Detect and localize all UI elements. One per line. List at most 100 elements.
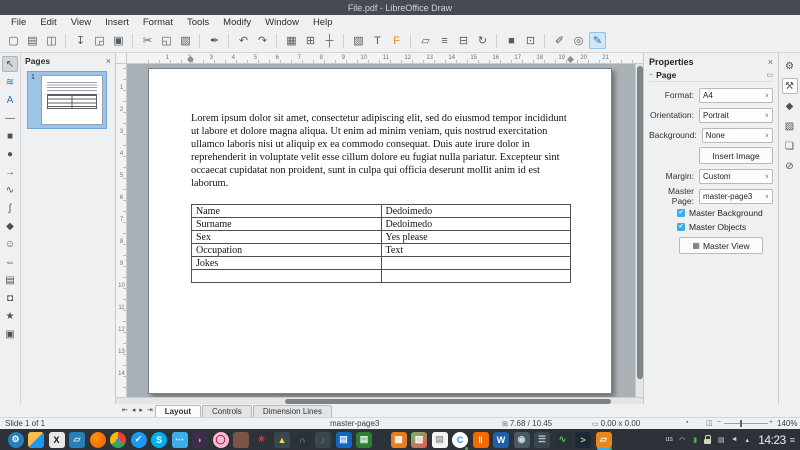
stars-tool[interactable]: ★ bbox=[2, 308, 18, 324]
table-cell[interactable] bbox=[381, 270, 571, 283]
fontwork-icon[interactable]: F bbox=[388, 32, 405, 49]
master-view-button[interactable]: ▦ Master View bbox=[679, 237, 763, 254]
shadow-icon[interactable]: ■ bbox=[503, 32, 520, 49]
menu-item[interactable]: Insert bbox=[98, 17, 136, 28]
arrange-icon[interactable]: ⊟ bbox=[455, 32, 472, 49]
menu-item[interactable]: Modify bbox=[216, 17, 258, 28]
prev-page-nav[interactable]: ◂ bbox=[130, 405, 138, 417]
audio-app-icon[interactable]: ♪ bbox=[315, 432, 331, 448]
table-cell[interactable]: Yes please bbox=[381, 231, 571, 244]
first-page-nav[interactable]: ⇤ bbox=[120, 405, 130, 417]
insert-image-button[interactable]: Insert Image bbox=[699, 147, 773, 164]
page-thumbnail[interactable]: 1 bbox=[27, 71, 107, 129]
callouts-tool[interactable]: ◘ bbox=[2, 290, 18, 306]
section-menu-icon[interactable]: ▭ bbox=[766, 71, 773, 79]
orientation-select[interactable]: Portrait ∨ bbox=[699, 108, 773, 123]
block-arrows-tool[interactable]: ⇔ bbox=[2, 254, 18, 270]
menu-item[interactable]: Tools bbox=[180, 17, 216, 28]
titlebar[interactable]: File.pdf - LibreOffice Draw bbox=[0, 0, 800, 15]
package-app-icon[interactable]: ▦ bbox=[391, 432, 407, 448]
basic-shapes-tool[interactable]: ◆ bbox=[2, 218, 18, 234]
settings-sliders-icon[interactable]: ☰ bbox=[534, 432, 550, 448]
table-cell[interactable]: Jokes bbox=[192, 257, 382, 270]
file-manager-icon[interactable]: ▱ bbox=[69, 432, 85, 448]
new-document-icon[interactable]: ▢ bbox=[5, 32, 22, 49]
zoom-out-icon[interactable]: − bbox=[717, 419, 721, 426]
menu-item[interactable]: View bbox=[64, 17, 98, 28]
chrome-icon[interactable]: ● bbox=[110, 432, 126, 448]
chat-icon[interactable]: ⋯ bbox=[172, 432, 188, 448]
paint-app-icon[interactable]: C bbox=[452, 432, 468, 448]
table-cell[interactable] bbox=[192, 270, 382, 283]
save-icon[interactable]: ◫ bbox=[43, 32, 60, 49]
export-icon[interactable]: ↧ bbox=[72, 32, 89, 49]
export-pdf-icon[interactable]: ◲ bbox=[91, 32, 108, 49]
sync-check-icon[interactable]: ✓ bbox=[131, 432, 147, 448]
w-app-icon[interactable]: W bbox=[493, 432, 509, 448]
helplines-icon[interactable]: ┼ bbox=[321, 32, 338, 49]
libreoffice-draw-icon[interactable]: ▱ bbox=[596, 432, 612, 448]
fill-color-tool[interactable]: A bbox=[2, 92, 18, 108]
crop-icon[interactable]: ⊡ bbox=[522, 32, 539, 49]
insert-image-icon[interactable]: ▧ bbox=[350, 32, 367, 49]
3d-objects-tool[interactable]: ▣ bbox=[2, 326, 18, 342]
firefox-icon[interactable] bbox=[90, 432, 106, 448]
menu-item[interactable]: File bbox=[4, 17, 33, 28]
print-icon[interactable]: ▣ bbox=[110, 32, 127, 49]
last-page-nav[interactable]: ⇥ bbox=[145, 405, 155, 417]
rectangle-tool[interactable]: ■ bbox=[2, 128, 18, 144]
volume-icon[interactable]: ◄ bbox=[730, 436, 738, 443]
open-icon[interactable]: ▤ bbox=[24, 32, 41, 49]
line-tool[interactable]: — bbox=[2, 110, 18, 126]
horizontal-scrollbar-thumb[interactable] bbox=[285, 399, 612, 404]
zoom-fit-icon[interactable]: ◫ bbox=[706, 419, 713, 427]
properties-tab[interactable]: ⚒ bbox=[782, 78, 798, 94]
clipboard-icon[interactable]: ▤ bbox=[717, 436, 725, 444]
zoom-in-icon[interactable]: + bbox=[769, 419, 773, 426]
menu-item[interactable]: Window bbox=[258, 17, 306, 28]
select-tool[interactable]: ↖ bbox=[2, 56, 18, 72]
ellipse-tool[interactable]: ● bbox=[2, 146, 18, 162]
master-page-indicator[interactable]: master-page3 bbox=[330, 419, 379, 428]
master-background-checkbox[interactable]: ✔ bbox=[677, 209, 685, 217]
app-launcher-icon[interactable]: ⚙ bbox=[8, 432, 24, 448]
lock-icon[interactable] bbox=[704, 435, 712, 444]
green-doc-app-icon[interactable]: ▤ bbox=[356, 432, 372, 448]
table-cell[interactable]: Dedoimedo bbox=[381, 218, 571, 231]
next-page-nav[interactable]: ▸ bbox=[137, 405, 145, 417]
image-viewer-icon[interactable]: ▧ bbox=[411, 432, 427, 448]
connector-tool[interactable]: ʃ bbox=[2, 200, 18, 216]
flowchart-tool[interactable]: ▤ bbox=[2, 272, 18, 288]
margin-select[interactable]: Custom ∨ bbox=[699, 169, 773, 184]
donut-app-icon[interactable]: ◯ bbox=[213, 432, 229, 448]
snap-to-grid-icon[interactable]: ⊞ bbox=[302, 32, 319, 49]
symbol-shapes-tool[interactable]: ☺ bbox=[2, 236, 18, 252]
table-cell[interactable]: Occupation bbox=[192, 244, 382, 257]
format-select[interactable]: A4 ∨ bbox=[699, 88, 773, 103]
show-draw-functions-icon[interactable]: ✎ bbox=[589, 32, 606, 49]
library-app-icon[interactable]: ‖ bbox=[473, 432, 489, 448]
zoom-slider[interactable] bbox=[724, 423, 768, 424]
screenshot-app-icon[interactable]: ◉ bbox=[514, 432, 530, 448]
blue-doc-app-icon[interactable]: ▤ bbox=[336, 432, 352, 448]
transformations-icon[interactable]: ▱ bbox=[417, 32, 434, 49]
tab-layout[interactable]: Layout bbox=[155, 405, 201, 417]
skype-icon[interactable]: S bbox=[151, 432, 167, 448]
collapse-icon[interactable]: − bbox=[649, 72, 653, 79]
wine-app-icon[interactable] bbox=[233, 432, 249, 448]
horizontal-scrollbar[interactable] bbox=[116, 397, 643, 404]
zoom-slider-thumb[interactable] bbox=[740, 420, 742, 427]
line-color-tool[interactable]: ≋ bbox=[2, 74, 18, 90]
terminal-icon[interactable]: > bbox=[575, 432, 591, 448]
vertical-scrollbar-thumb[interactable] bbox=[637, 66, 643, 379]
text-doc-app-icon[interactable]: ▤ bbox=[432, 432, 448, 448]
menu-item[interactable]: Edit bbox=[33, 17, 63, 28]
table-cell[interactable]: Sex bbox=[192, 231, 382, 244]
desktop-pager-icon[interactable] bbox=[28, 432, 44, 448]
navigator-tab[interactable]: ⊘ bbox=[782, 158, 798, 174]
menu-item[interactable]: Help bbox=[306, 17, 340, 28]
edit-points-icon[interactable]: ✐ bbox=[551, 32, 568, 49]
tab-dimension-lines[interactable]: Dimension Lines bbox=[253, 405, 332, 417]
system-monitor-icon[interactable]: ∿ bbox=[555, 432, 571, 448]
insert-textbox-icon[interactable]: T bbox=[369, 32, 386, 49]
